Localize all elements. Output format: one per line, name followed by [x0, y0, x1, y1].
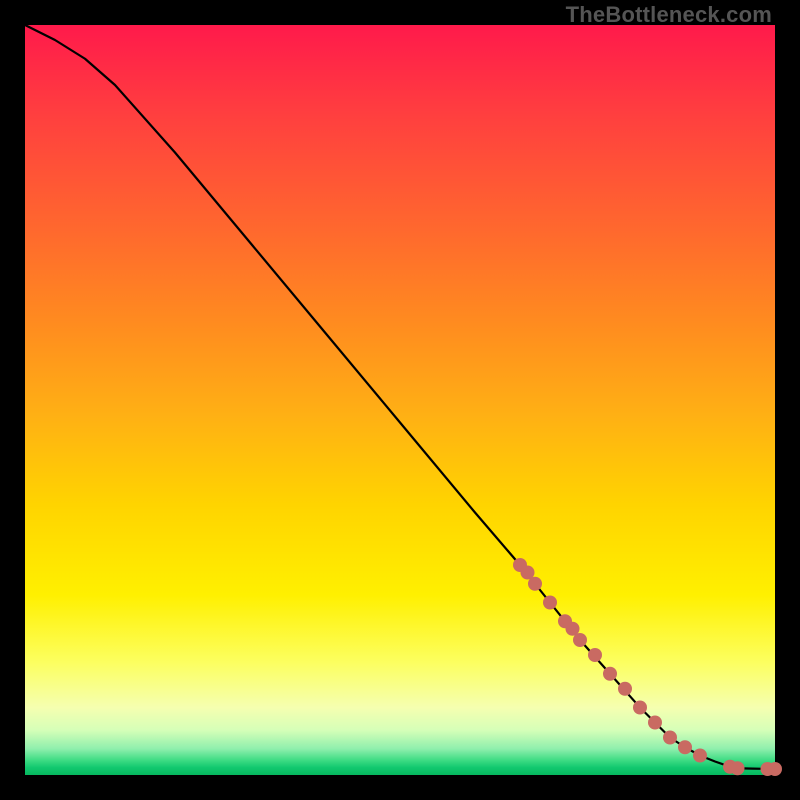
highlighted-point: [528, 577, 542, 591]
highlighted-points-group: [513, 558, 782, 776]
highlighted-point: [693, 749, 707, 763]
highlighted-point: [663, 731, 677, 745]
highlighted-point: [678, 740, 692, 754]
highlighted-point: [588, 648, 602, 662]
chart-frame: [25, 25, 775, 775]
highlighted-point: [633, 701, 647, 715]
highlighted-point: [618, 682, 632, 696]
bottleneck-curve-line: [25, 25, 775, 769]
highlighted-point: [543, 596, 557, 610]
highlighted-point: [768, 762, 782, 776]
highlighted-point: [573, 633, 587, 647]
highlighted-point: [731, 761, 745, 775]
highlighted-point: [648, 716, 662, 730]
highlighted-point: [603, 667, 617, 681]
chart-svg: [25, 25, 775, 775]
